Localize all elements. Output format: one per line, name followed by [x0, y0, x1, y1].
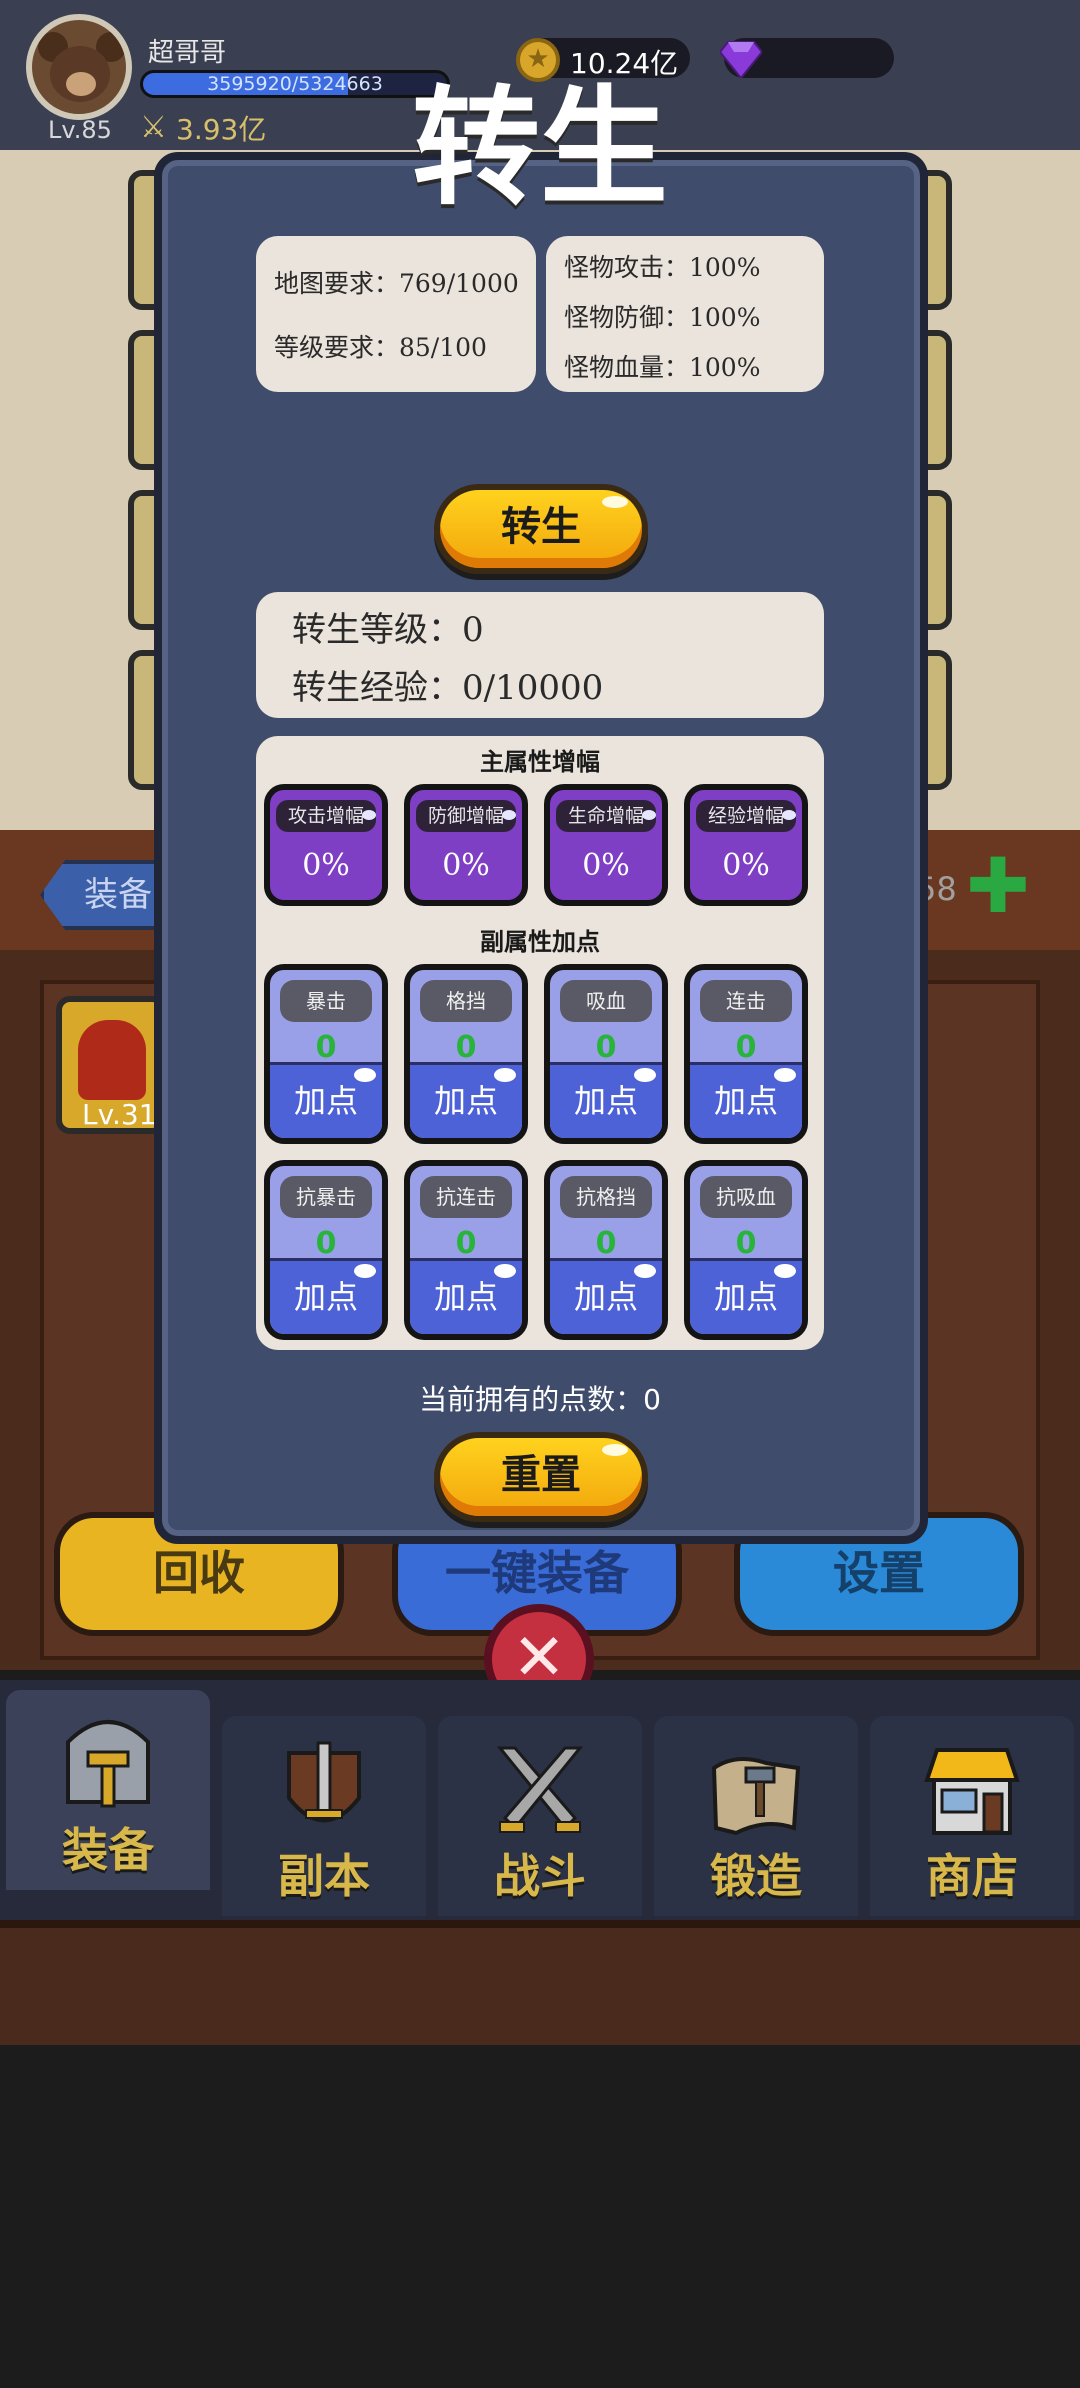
shine-dot [354, 1264, 376, 1278]
sub-stat-crit: 暴击 0 加点 [264, 964, 388, 1144]
requirements-card: 地图要求：769/1000 等级要求：85/100 [256, 236, 536, 392]
nav-label: 锻造 [710, 1849, 802, 1903]
nav-dungeon[interactable]: 副本 [222, 1716, 426, 1916]
bear-snout-icon [66, 72, 96, 96]
main-stat-value: 0% [442, 848, 490, 883]
nav-label: 装备 [62, 1823, 154, 1877]
shine-dot [774, 1264, 796, 1278]
main-stat-label: 生命增幅 [556, 800, 656, 832]
sub-stat-label: 抗暴击 [280, 1176, 372, 1218]
main-stat-label: 攻击增幅 [276, 800, 376, 832]
shine-dot [494, 1264, 516, 1278]
sub-stat-anti-crit: 抗暴击 0 加点 [264, 1160, 388, 1340]
sub-stat-value: 0 [595, 1226, 617, 1261]
reset-button[interactable]: 重置 [434, 1432, 648, 1522]
main-attr-heading: 主属性增幅 [480, 747, 600, 776]
hero-card[interactable]: Lv.31 [56, 996, 166, 1134]
sub-stat-label: 抗连击 [420, 1176, 512, 1218]
hammer-scroll-icon [711, 1757, 801, 1836]
sub-stat-anti-lifesteal: 抗吸血 0 加点 [684, 1160, 808, 1340]
shop-icon [924, 1748, 1020, 1835]
main-stat-exp: 经验增幅 0% [684, 784, 808, 906]
modal-title: 转生 [411, 73, 668, 223]
sword-shield-icon [287, 1741, 361, 1823]
shine-dot [362, 810, 376, 820]
available-points: 当前拥有的点数：0 [419, 1383, 661, 1416]
sub-stat-value: 0 [315, 1226, 337, 1261]
sub-stat-value: 0 [735, 1226, 757, 1261]
sub-stat-value: 0 [735, 1030, 757, 1065]
map-requirement: 地图要求：769/1000 [274, 269, 519, 298]
hero-level: Lv.31 [82, 1098, 157, 1131]
sub-stat-label: 抗格挡 [560, 1176, 652, 1218]
sub-stat-label: 吸血 [560, 980, 652, 1022]
crossed-swords-icon [496, 1746, 584, 1833]
nav-shop[interactable]: 商店 [870, 1716, 1074, 1916]
gem-icon [720, 41, 762, 78]
sub-stat-anti-block: 抗格挡 0 加点 [544, 1160, 668, 1340]
combat-power: 3.93亿 [176, 113, 267, 146]
nav-label: 商店 [926, 1849, 1018, 1903]
nav-forge[interactable]: 锻造 [654, 1716, 858, 1916]
rebirth-button-label: 转生 [501, 503, 581, 550]
main-stat-value: 0% [722, 848, 770, 883]
shine-dot [502, 810, 516, 820]
main-stat-defense: 防御增幅 0% [404, 784, 528, 906]
shine-dot [774, 1068, 796, 1082]
nav-label: 战斗 [494, 1849, 586, 1903]
add-button[interactable]: ✚ [966, 848, 1030, 924]
monster-hp: 怪物血量：100% [564, 353, 761, 382]
attributes-card: 主属性增幅 攻击增幅 0% 防御增幅 0% 生命增幅 0% 经验增幅 0% 副属… [256, 736, 824, 1350]
shine-dot [634, 1264, 656, 1278]
sub-stat-block: 格挡 0 加点 [404, 964, 528, 1144]
avatar[interactable] [26, 14, 132, 120]
sub-stat-lifesteal: 吸血 0 加点 [544, 964, 668, 1144]
button-shine [602, 1444, 628, 1456]
sub-stat-value: 0 [315, 1030, 337, 1065]
hero-portrait-icon [78, 1020, 146, 1100]
monster-stats-card: 怪物攻击：100% 怪物防御：100% 怪物血量：100% [546, 236, 824, 392]
sub-stat-value: 0 [455, 1226, 477, 1261]
main-stat-attack: 攻击增幅 0% [264, 784, 388, 906]
monster-defense: 怪物防御：100% [564, 303, 761, 332]
monster-attack: 怪物攻击：100% [564, 253, 761, 282]
sub-stat-label: 连击 [700, 980, 792, 1022]
sub-stat-value: 0 [595, 1030, 617, 1065]
rebirth-button[interactable]: 转生 [434, 484, 648, 574]
nav-battle[interactable]: 战斗 [438, 1716, 642, 1916]
rebirth-exp: 转生经验：0/10000 [292, 668, 604, 708]
sub-stat-anti-combo: 抗连击 0 加点 [404, 1160, 528, 1340]
sub-stat-combo: 连击 0 加点 [684, 964, 808, 1144]
main-stat-value: 0% [582, 848, 630, 883]
sub-stat-label: 暴击 [280, 980, 372, 1022]
crossed-swords-icon: ⚔ [140, 110, 167, 145]
nav-label: 副本 [278, 1849, 370, 1903]
sub-stat-value: 0 [455, 1030, 477, 1065]
main-stat-label: 经验增幅 [696, 800, 796, 832]
main-stat-hp: 生命增幅 0% [544, 784, 668, 906]
shine-dot [634, 1068, 656, 1082]
bottom-ledge [0, 1920, 1080, 2045]
rebirth-info-card: 转生等级：0 转生经验：0/10000 [256, 592, 824, 718]
sub-stat-label: 格挡 [420, 980, 512, 1022]
level-requirement: 等级要求：85/100 [274, 333, 487, 362]
player-name: 超哥哥 [148, 38, 227, 68]
main-stat-value: 0% [302, 848, 350, 883]
player-level: Lv.85 [48, 116, 112, 144]
main-stat-label: 防御增幅 [416, 800, 516, 832]
nav-equip[interactable]: 装备 [6, 1690, 210, 1890]
rebirth-level: 转生等级：0 [292, 610, 484, 650]
reset-button-label: 重置 [501, 1451, 581, 1498]
shine-dot [782, 810, 796, 820]
button-shine [602, 496, 628, 508]
shine-dot [354, 1068, 376, 1082]
sub-stat-label: 抗吸血 [700, 1176, 792, 1218]
shine-dot [494, 1068, 516, 1082]
helmet-icon [66, 1720, 150, 1808]
sub-attr-heading: 副属性加点 [480, 927, 600, 956]
shine-dot [642, 810, 656, 820]
